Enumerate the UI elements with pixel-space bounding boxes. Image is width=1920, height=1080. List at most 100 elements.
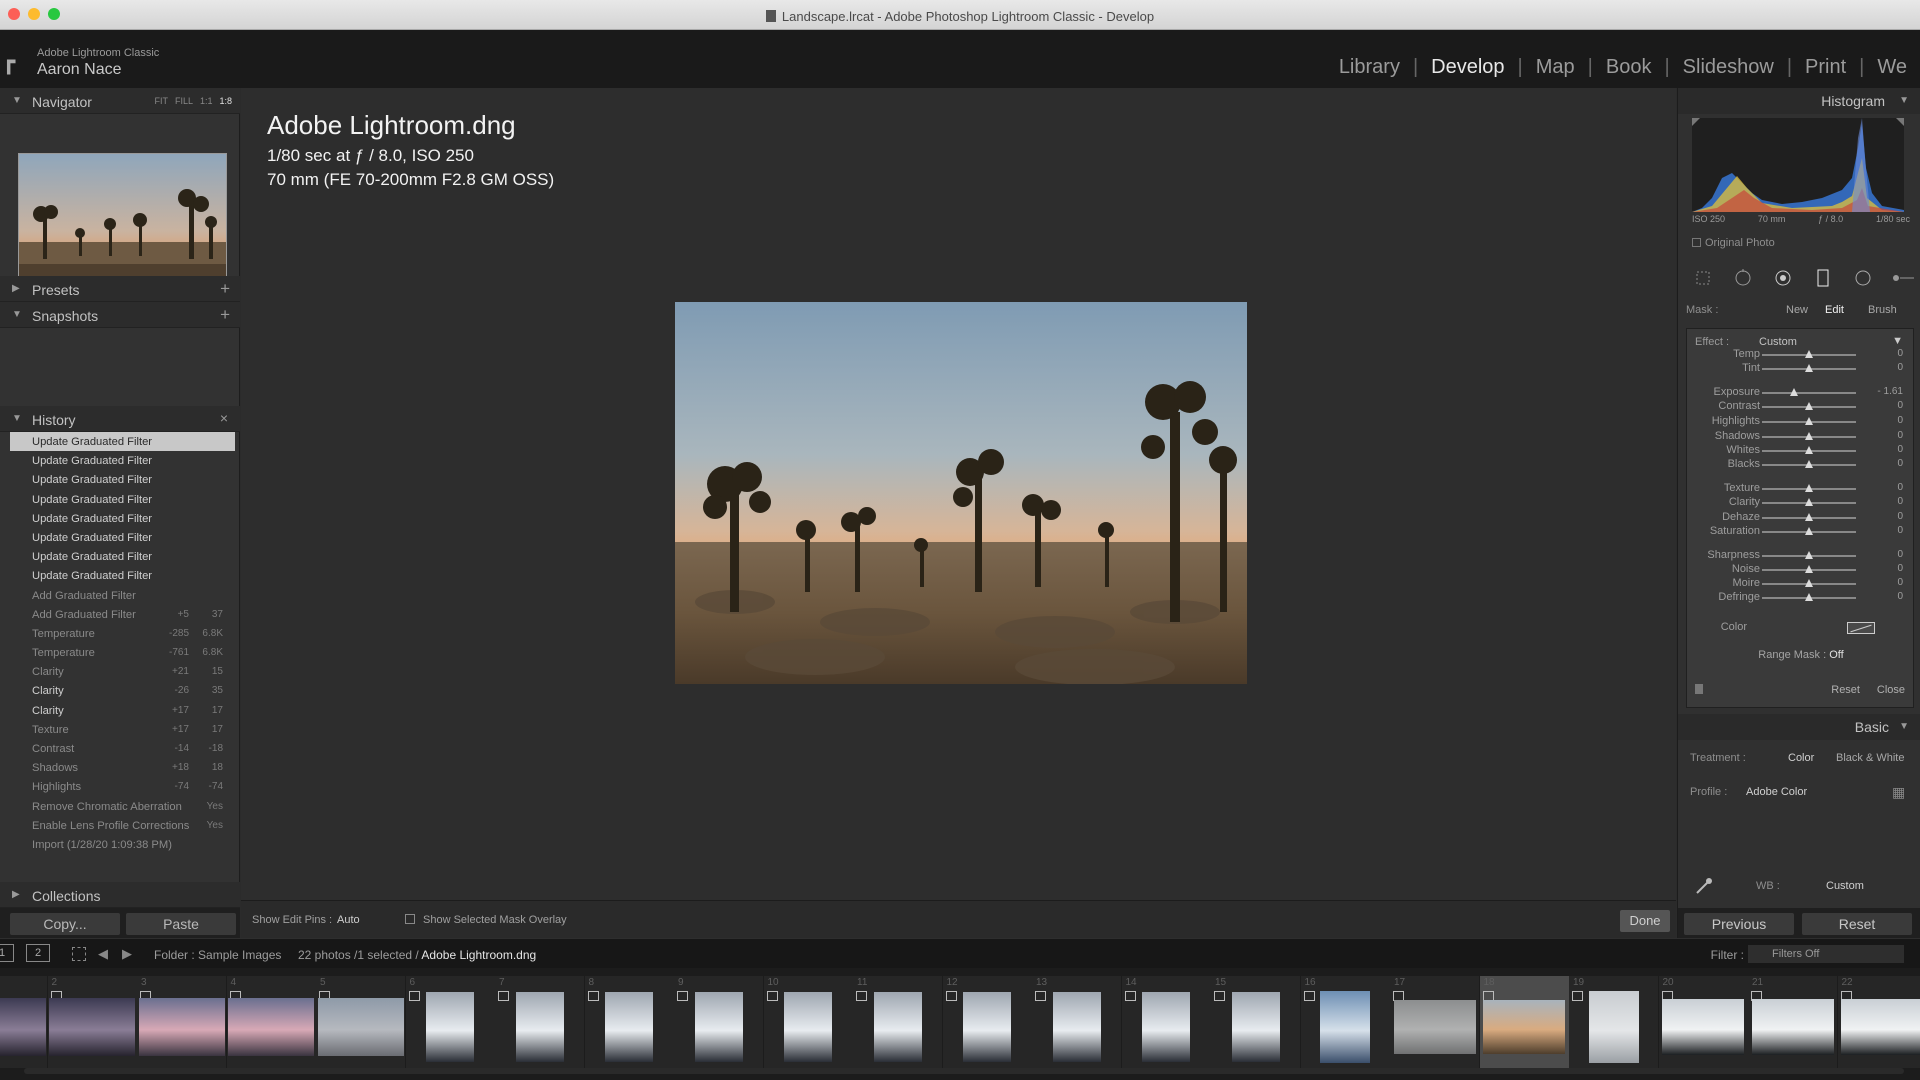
filmstrip-thumbnail[interactable]: 14 [1121,976,1211,1068]
main-image-view[interactable]: Adobe Lightroom.dng 1/80 sec at ƒ / 8.0,… [241,88,1676,900]
filmstrip-thumbnail[interactable]: 15 [1211,976,1300,1068]
module-print[interactable]: Print [1792,56,1859,79]
noise-slider-thumb[interactable] [1805,565,1813,573]
mask-edit-button[interactable]: Edit [1825,304,1844,316]
red-eye-icon[interactable] [1772,267,1794,289]
exposure-slider-thumb[interactable] [1789,388,1798,396]
filmstrip-scrollbar[interactable] [24,1068,1904,1074]
contrast-value[interactable]: 0 [1897,400,1903,411]
profile-dropdown[interactable]: Adobe Color [1746,786,1807,798]
histogram-graph[interactable] [1692,118,1904,212]
add-preset-icon[interactable]: + [220,279,230,299]
filmstrip-thumbnail[interactable]: 5 [316,976,405,1068]
navigator-preview[interactable] [18,153,227,293]
previous-button[interactable]: Previous [1684,913,1794,935]
history-item[interactable]: Highlights -74 -74 [10,777,235,796]
filmstrip-thumbnail[interactable]: 10 [763,976,853,1068]
forward-arrow-icon[interactable]: ▶ [122,946,132,962]
sharpness-slider-thumb[interactable] [1805,551,1813,559]
history-item[interactable]: Update Graduated Filter [10,432,235,452]
module-develop[interactable]: Develop [1418,56,1517,79]
history-item[interactable]: Enable Lens Profile Corrections Yes [10,816,235,835]
histogram-header[interactable]: Histogram ▼ [1678,88,1920,114]
history-item[interactable]: Contrast -14 -18 [10,739,235,758]
crop-tool-icon[interactable] [1692,267,1714,289]
module-we[interactable]: We [1864,56,1920,79]
filmstrip-thumbnail[interactable]: 11 [853,976,942,1068]
history-item[interactable]: Temperature -285 6.8K [10,624,235,643]
tint-value[interactable]: 0 [1897,362,1903,373]
history-item[interactable]: Update Graduated Filter [10,451,235,470]
filmstrip-thumbnail[interactable]: 19 [1569,976,1658,1068]
history-item[interactable]: Update Graduated Filter [10,528,235,547]
adjustment-brush-icon[interactable] [1892,267,1914,289]
shadows-slider-thumb[interactable] [1805,432,1813,440]
main-window-button[interactable]: 1 [0,944,14,962]
add-snapshot-icon[interactable]: + [220,305,230,325]
clarity-value[interactable]: 0 [1897,496,1903,507]
history-item[interactable]: Update Graduated Filter [10,470,235,489]
filmstrip-source[interactable]: Folder : Sample Images [154,948,281,962]
range-mask-value[interactable]: Off [1829,649,1843,661]
sharpness-value[interactable]: 0 [1897,549,1903,560]
treatment-bw-button[interactable]: Black & White [1836,752,1904,764]
presets-header[interactable]: ▶ Presets + [0,276,240,302]
filmstrip-thumbnail[interactable]: 13 [1032,976,1121,1068]
history-item[interactable]: Add Graduated Filter [10,586,235,605]
history-header[interactable]: ▼ History × [0,406,240,432]
module-slideshow[interactable]: Slideshow [1670,56,1787,79]
zoom-option[interactable]: FIT [154,96,168,106]
temp-value[interactable]: 0 [1897,348,1903,359]
wb-dropdown[interactable]: Custom [1826,880,1864,892]
toggle-mask-icon[interactable] [1695,684,1703,694]
mask-overlay-checkbox[interactable] [405,914,415,924]
module-book[interactable]: Book [1593,56,1665,79]
filmstrip-thumbnail[interactable]: 18 [1479,976,1569,1068]
history-item[interactable]: Update Graduated Filter [10,509,235,528]
history-item[interactable]: Clarity -26 35 [10,681,235,700]
zoom-option[interactable]: 1:1 [200,96,213,106]
history-item[interactable]: Update Graduated Filter [10,547,235,566]
paste-button[interactable]: Paste [126,913,236,935]
highlights-value[interactable]: 0 [1897,415,1903,426]
filmstrip-thumbnail[interactable]: 9 [674,976,763,1068]
whites-slider-thumb[interactable] [1805,446,1813,454]
history-item[interactable]: Update Graduated Filter [10,490,235,509]
filmstrip-thumbnail[interactable]: 7 [495,976,584,1068]
defringe-slider-thumb[interactable] [1805,593,1813,601]
moire-slider-thumb[interactable] [1805,579,1813,587]
range-mask-row[interactable]: Range Mask : Off [1687,649,1915,661]
color-swatch[interactable] [1847,622,1875,634]
history-item[interactable]: Update Graduated Filter [10,566,235,585]
filmstrip-thumbnail[interactable]: 4 [226,976,316,1068]
wb-eyedropper-icon[interactable] [1694,876,1714,896]
filmstrip-thumbnail[interactable]: 8 [584,976,674,1068]
history-item[interactable]: Texture +17 17 [10,720,235,739]
filmstrip-thumbnail[interactable]: 6 [405,976,495,1068]
contrast-slider-thumb[interactable] [1805,402,1813,410]
history-item[interactable]: Import (1/28/20 1:09:38 PM) [10,835,235,854]
radial-filter-icon[interactable] [1852,267,1874,289]
zoom-option[interactable]: FILL [175,96,193,106]
zoom-option[interactable]: 1:8 [219,96,232,106]
moire-value[interactable]: 0 [1897,577,1903,588]
main-photo[interactable] [675,302,1247,685]
mask-new-button[interactable]: New [1786,304,1808,316]
history-item[interactable]: Add Graduated Filter +5 37 [10,605,235,624]
texture-value[interactable]: 0 [1897,482,1903,493]
texture-slider-thumb[interactable] [1805,484,1813,492]
history-item[interactable]: Remove Chromatic Aberration Yes [10,797,235,816]
blacks-slider-thumb[interactable] [1805,460,1813,468]
whites-value[interactable]: 0 [1897,444,1903,455]
filmstrip-thumbnail[interactable]: 3 [137,976,226,1068]
filmstrip-thumbnail[interactable]: 2 [47,976,137,1068]
filmstrip-thumbnail[interactable]: 20 [1658,976,1748,1068]
snapshots-header[interactable]: ▼ Snapshots + [0,302,240,328]
exposure-slider[interactable] [1762,392,1856,394]
history-item[interactable]: Shadows +18 18 [10,758,235,777]
reset-button[interactable]: Reset [1802,913,1912,935]
blacks-value[interactable]: 0 [1897,458,1903,469]
mask-brush-button[interactable]: Brush [1868,304,1897,316]
original-photo-toggle[interactable]: Original Photo [1692,237,1775,249]
shadows-value[interactable]: 0 [1897,430,1903,441]
